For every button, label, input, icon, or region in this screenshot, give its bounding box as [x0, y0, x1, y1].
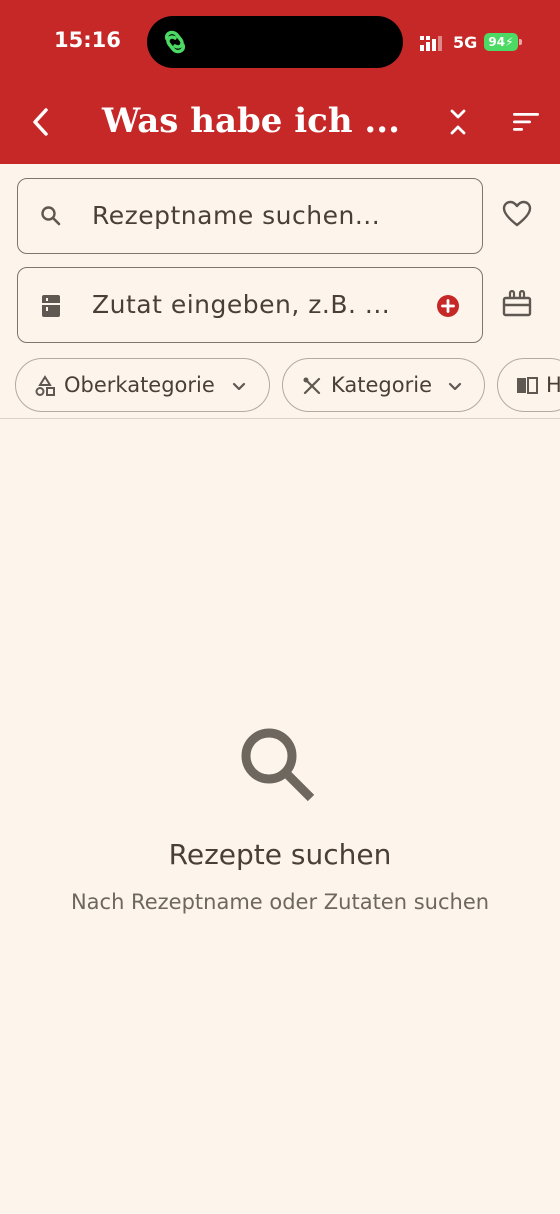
ingredient-input[interactable]: Zutat eingeben, z.B. ... [92, 290, 390, 319]
pantry-button[interactable] [497, 285, 537, 325]
chip-label: Oberkategorie [64, 373, 215, 397]
heart-icon [502, 200, 532, 232]
recipe-search-field[interactable]: Rezeptname suchen... [17, 178, 483, 254]
page-title: Was habe ich ... [102, 101, 400, 141]
collapse-button[interactable] [442, 106, 474, 142]
shapes-icon [34, 375, 56, 401]
battery-level: 94 [488, 35, 506, 49]
filter-chip-oberkategorie[interactable]: Oberkategorie [15, 358, 270, 412]
ingredient-field[interactable]: Zutat eingeben, z.B. ... [17, 267, 483, 343]
add-ingredient-button[interactable] [436, 294, 460, 322]
fridge-icon [40, 294, 62, 322]
divider [0, 418, 560, 419]
link-icon [159, 27, 193, 61]
chevron-left-icon [30, 107, 50, 141]
chevron-down-icon [447, 378, 463, 397]
gift-box-icon [502, 288, 532, 322]
favorites-button[interactable] [497, 196, 537, 236]
status-time: 15:16 [54, 28, 121, 52]
app-header: 15:16 5G 94 ⚡ Was habe ich ... [0, 0, 560, 164]
empty-state-subtitle: Nach Rezeptname oder Zutaten suchen [70, 890, 490, 914]
chevron-down-icon [231, 378, 247, 397]
search-icon [40, 205, 62, 231]
collapse-arrows-icon [448, 107, 468, 141]
sort-icon [512, 111, 540, 137]
dynamic-island [147, 16, 403, 68]
search-icon [239, 726, 319, 808]
chip-label: Kategorie [331, 373, 432, 397]
network-type: 5G [453, 33, 478, 52]
battery-indicator: 94 ⚡ [484, 33, 518, 51]
back-button[interactable] [22, 104, 58, 144]
recipe-search-input[interactable]: Rezeptname suchen... [92, 201, 380, 230]
cutlery-icon [301, 375, 323, 401]
chip-label: H [546, 373, 560, 397]
book-icon [516, 375, 538, 399]
filter-chip-kategorie[interactable]: Kategorie [282, 358, 485, 412]
empty-state-title: Rezepte suchen [168, 838, 392, 871]
filter-chip-third[interactable]: H [497, 358, 560, 412]
battery-cap [519, 39, 522, 45]
sort-button[interactable] [508, 108, 544, 140]
signal-icon [420, 34, 448, 56]
